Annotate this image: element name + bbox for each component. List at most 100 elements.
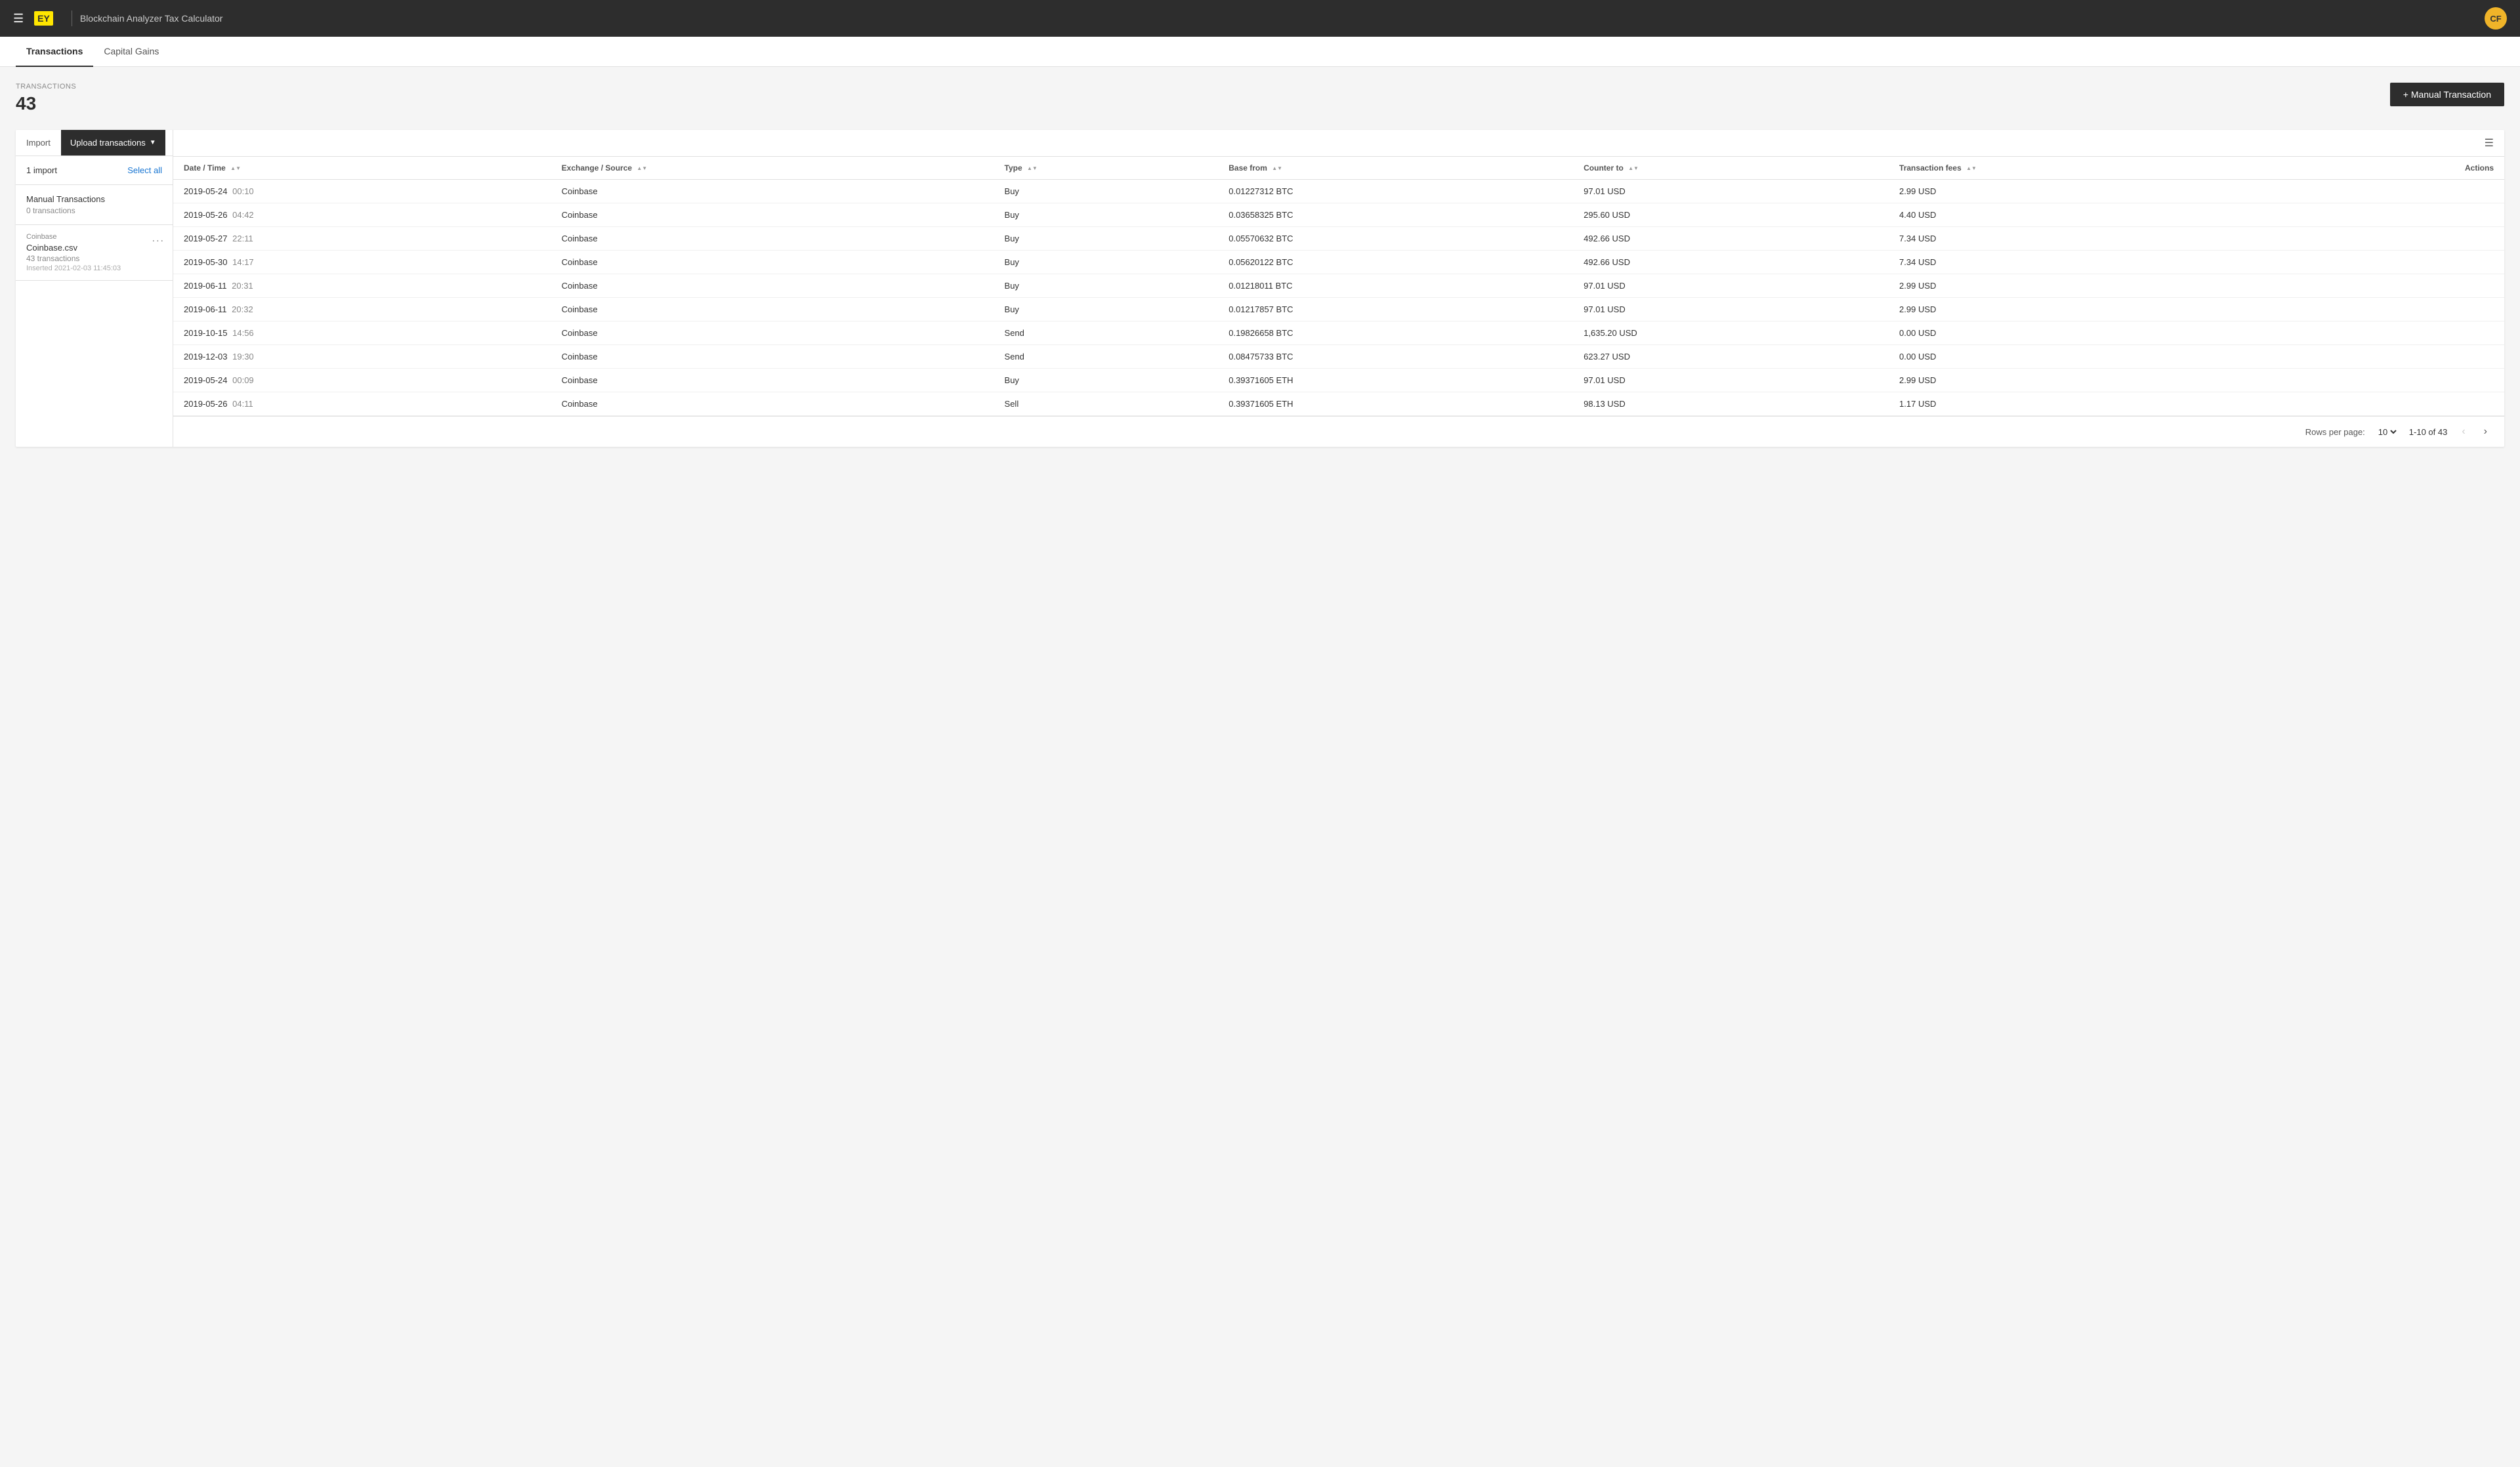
sort-arrows-base: ▲▼ — [1272, 166, 1282, 171]
cell-time: 20:32 — [232, 304, 253, 314]
filter-icon[interactable]: ☰ — [2485, 136, 2494, 150]
cell-date: 2019-05-24 — [184, 375, 228, 385]
table-row: 2019-05-24 00:09 Coinbase Buy 0.39371605… — [173, 369, 2504, 392]
select-all-link[interactable]: Select all — [127, 165, 162, 175]
manual-transaction-button[interactable]: + Manual Transaction — [2390, 83, 2504, 106]
rows-per-page-select[interactable]: 10 25 50 — [2376, 426, 2399, 438]
cell-counter-to: 295.60 USD — [1573, 203, 1889, 227]
content-area: Import Upload transactions ▼ 1 import Se… — [16, 130, 2504, 447]
cell-tx-fees: 4.40 USD — [1889, 203, 2297, 227]
cell-exchange: Coinbase — [551, 203, 994, 227]
cell-base-from: 0.08475733 BTC — [1218, 345, 1573, 369]
cell-date-time: 2019-05-30 14:17 — [173, 251, 551, 274]
cell-counter-to: 623.27 USD — [1573, 345, 1889, 369]
cell-time: 00:10 — [232, 186, 254, 196]
cell-tx-fees: 2.99 USD — [1889, 369, 2297, 392]
cell-time: 04:42 — [232, 210, 254, 220]
coinbase-inserted-date: Inserted 2021-02-03 11:45:03 — [26, 264, 162, 272]
cell-actions — [2297, 203, 2504, 227]
table-row: 2019-10-15 14:56 Coinbase Send 0.1982665… — [173, 321, 2504, 345]
cell-actions — [2297, 274, 2504, 298]
menu-icon[interactable]: ☰ — [13, 12, 24, 26]
cell-type: Buy — [994, 369, 1219, 392]
cell-tx-fees: 1.17 USD — [1889, 392, 2297, 416]
manual-transactions-subtitle: 0 transactions — [26, 206, 162, 215]
cell-type: Buy — [994, 227, 1219, 251]
cell-date: 2019-05-30 — [184, 257, 228, 267]
cell-actions — [2297, 369, 2504, 392]
cell-type: Buy — [994, 298, 1219, 321]
coinbase-item[interactable]: Coinbase Coinbase.csv 43 transactions In… — [16, 225, 173, 281]
cell-date-time: 2019-05-24 00:10 — [173, 180, 551, 203]
manual-transactions-item[interactable]: Manual Transactions 0 transactions — [16, 185, 173, 225]
import-tab[interactable]: Import — [16, 130, 61, 155]
cell-type: Buy — [994, 180, 1219, 203]
cell-tx-fees: 7.34 USD — [1889, 227, 2297, 251]
cell-base-from: 0.01227312 BTC — [1218, 180, 1573, 203]
cell-base-from: 0.39371605 ETH — [1218, 392, 1573, 416]
pagination-next-button[interactable]: › — [2480, 424, 2491, 439]
cell-counter-to: 97.01 USD — [1573, 180, 1889, 203]
cell-date: 2019-10-15 — [184, 328, 228, 338]
manual-transactions-title: Manual Transactions — [26, 194, 162, 204]
cell-actions — [2297, 345, 2504, 369]
table-row: 2019-06-11 20:32 Coinbase Buy 0.01217857… — [173, 298, 2504, 321]
cell-base-from: 0.39371605 ETH — [1218, 369, 1573, 392]
cell-date-time: 2019-12-03 19:30 — [173, 345, 551, 369]
cell-actions — [2297, 392, 2504, 416]
coinbase-menu-icon[interactable]: ... — [152, 233, 165, 245]
cell-time: 14:17 — [232, 257, 254, 267]
avatar[interactable]: CF — [2485, 7, 2507, 30]
pagination-info: 1-10 of 43 — [2409, 427, 2448, 437]
col-tx-fees[interactable]: Transaction fees ▲▼ — [1889, 157, 2297, 180]
upload-transactions-tab[interactable]: Upload transactions ▼ — [61, 130, 165, 155]
ey-logo: EY — [34, 11, 53, 26]
cell-type: Send — [994, 345, 1219, 369]
cell-exchange: Coinbase — [551, 298, 994, 321]
upload-tab-label: Upload transactions — [70, 138, 146, 148]
table-body: 2019-05-24 00:10 Coinbase Buy 0.01227312… — [173, 180, 2504, 416]
cell-actions — [2297, 251, 2504, 274]
sidebar-tabs: Import Upload transactions ▼ — [16, 130, 173, 156]
col-date-time-label: Date / Time — [184, 163, 226, 173]
table-toolbar: ☰ — [173, 130, 2504, 157]
app-title: Blockchain Analyzer Tax Calculator — [80, 13, 223, 24]
cell-type: Buy — [994, 203, 1219, 227]
cell-tx-fees: 2.99 USD — [1889, 180, 2297, 203]
cell-actions — [2297, 180, 2504, 203]
sort-arrows-date: ▲▼ — [230, 166, 241, 171]
cell-counter-to: 492.66 USD — [1573, 251, 1889, 274]
rows-per-page-selector[interactable]: 10 25 50 — [2376, 426, 2399, 438]
cell-tx-fees: 2.99 USD — [1889, 298, 2297, 321]
col-type[interactable]: Type ▲▼ — [994, 157, 1219, 180]
cell-base-from: 0.01217857 BTC — [1218, 298, 1573, 321]
tab-transactions[interactable]: Transactions — [16, 37, 93, 67]
cell-date: 2019-06-11 — [184, 281, 227, 291]
cell-date-time: 2019-05-26 04:42 — [173, 203, 551, 227]
page-header: TRANSACTIONS 43 + Manual Transaction — [16, 83, 2504, 114]
sort-arrows-fees: ▲▼ — [1966, 166, 1977, 171]
cell-actions — [2297, 298, 2504, 321]
cell-exchange: Coinbase — [551, 392, 994, 416]
app-header: ☰ EY Blockchain Analyzer Tax Calculator … — [0, 0, 2520, 37]
col-type-label: Type — [1005, 163, 1022, 173]
col-exchange[interactable]: Exchange / Source ▲▼ — [551, 157, 994, 180]
table-row: 2019-05-24 00:10 Coinbase Buy 0.01227312… — [173, 180, 2504, 203]
cell-time: 00:09 — [232, 375, 254, 385]
transactions-info: TRANSACTIONS 43 — [16, 83, 76, 114]
col-base-from[interactable]: Base from ▲▼ — [1218, 157, 1573, 180]
cell-time: 22:11 — [232, 234, 253, 243]
cell-counter-to: 97.01 USD — [1573, 274, 1889, 298]
table-row: 2019-12-03 19:30 Coinbase Send 0.0847573… — [173, 345, 2504, 369]
tab-capital-gains[interactable]: Capital Gains — [93, 37, 169, 67]
col-counter-to[interactable]: Counter to ▲▼ — [1573, 157, 1889, 180]
col-date-time[interactable]: Date / Time ▲▼ — [173, 157, 551, 180]
cell-type: Buy — [994, 274, 1219, 298]
table-row: 2019-05-30 14:17 Coinbase Buy 0.05620122… — [173, 251, 2504, 274]
import-section: 1 import Select all — [16, 156, 173, 185]
pagination-prev-button[interactable]: ‹ — [2458, 424, 2469, 439]
cell-exchange: Coinbase — [551, 180, 994, 203]
cell-exchange: Coinbase — [551, 227, 994, 251]
coinbase-source: Coinbase — [26, 233, 162, 241]
main-tabs: Transactions Capital Gains — [0, 37, 2520, 67]
